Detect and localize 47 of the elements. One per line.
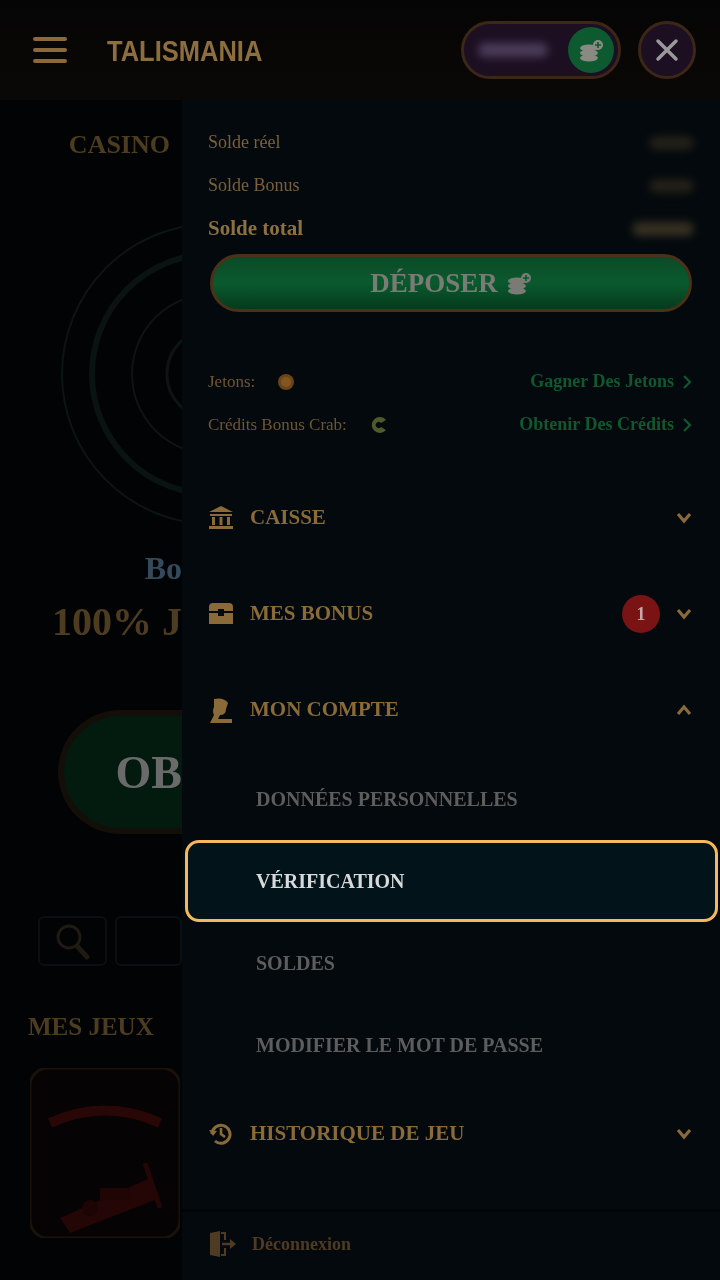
menu-section[interactable]: MES BONUS 1 [182, 566, 720, 662]
banner-title: Bo [143, 549, 182, 588]
history-icon [208, 1121, 234, 1147]
close-icon [655, 38, 679, 62]
games-heading: MES JEUX [28, 1012, 155, 1042]
bank-icon [208, 505, 234, 531]
logo[interactable]: TALISMANIA [107, 27, 263, 73]
section-title: CASINO [67, 129, 170, 161]
submenu-item[interactable]: MODIFIER LE MOT DE PASSE [185, 1004, 718, 1086]
reward-link[interactable]: Obtenir Des Crédits [519, 411, 692, 438]
chest-icon [208, 601, 234, 627]
blurred-amount [478, 43, 548, 57]
coin-icon [277, 372, 296, 391]
banner-offer: 100% J [51, 598, 182, 646]
deposit-button[interactable]: DÉPOSER [210, 254, 692, 312]
submenu-item[interactable]: DONNÉES PERSONNELLES [185, 758, 718, 840]
chevron-down-icon [676, 1128, 692, 1140]
search-icon [54, 922, 91, 960]
chevron-up-icon [676, 704, 692, 716]
reward-link[interactable]: Gagner Des Jetons [530, 368, 692, 395]
blurred-amount [632, 221, 694, 236]
chevron-down-icon [676, 512, 692, 524]
menu-section[interactable]: MON COMPTE [182, 662, 720, 758]
balance-button[interactable] [461, 21, 621, 79]
submenu-item[interactable]: VÉRIFICATION [185, 840, 718, 922]
blurred-amount [649, 178, 694, 193]
balance-label: Solde total [208, 214, 304, 242]
balance-label: Solde Bonus [208, 174, 300, 197]
menu-section[interactable]: HISTORIQUE DE JEU [182, 1086, 720, 1182]
submenu-item[interactable]: SOLDES [185, 922, 718, 1004]
bust-icon [208, 697, 234, 723]
blurred-amount [649, 135, 694, 150]
balance-label: Solde réel [208, 131, 281, 154]
notification-badge: 1 [622, 595, 660, 633]
close-button[interactable] [638, 21, 696, 79]
menu-icon[interactable] [33, 37, 67, 63]
reward-label: Jetons: [208, 370, 256, 393]
chevron-right-icon [682, 416, 692, 433]
chevron-down-icon [676, 608, 692, 620]
coins-icon [505, 271, 532, 295]
logout-link[interactable]: Déconnexion [182, 1230, 720, 1258]
banner-button[interactable]: OB [58, 710, 182, 834]
coins-icon [578, 38, 604, 62]
chevron-right-icon [682, 373, 692, 390]
reward-label: Crédits Bonus Crab: [208, 413, 347, 436]
exit-door-icon [208, 1230, 236, 1258]
menu-section[interactable]: CAISSE [182, 470, 720, 566]
